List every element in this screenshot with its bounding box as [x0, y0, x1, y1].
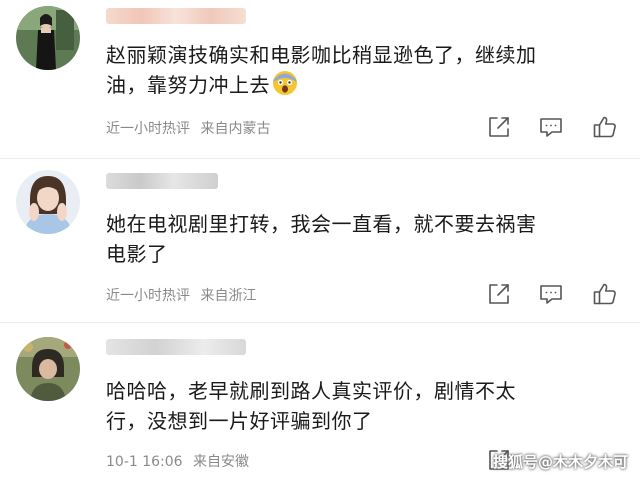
comment-meta: 近一小时热评 来自内蒙古: [106, 118, 270, 138]
username-blurred[interactable]: [106, 339, 246, 355]
comment-text-line: 行，没想到一片好评骗到你了: [106, 409, 373, 433]
comment-time: 近一小时热评: [106, 288, 190, 304]
scared-face-emoji: [272, 70, 298, 104]
comment-text: 她在电视剧里打转，我会一直看，就不要去祸害 电影了: [106, 209, 626, 269]
comment-text-line: 赵丽颖演技确实和电影咖比稍显逊色了，继续加: [106, 43, 537, 67]
comment-meta: 10-1 16:06 来自安徽: [106, 451, 249, 471]
comment-text-line: 她在电视剧里打转，我会一直看，就不要去祸害: [106, 212, 537, 236]
thumbs-up-icon: [593, 116, 616, 138]
share-icon: [489, 284, 509, 304]
like-button[interactable]: [592, 281, 618, 307]
comment-location: 来自浙江: [200, 288, 257, 304]
comment-time: 10-1 16:06: [106, 454, 183, 470]
comment-item: 赵丽颖演技确实和电影咖比稍显逊色了，继续加 油，靠努力冲上去 近一小时热评 来自…: [0, 0, 640, 158]
comment-location: 来自内蒙古: [200, 121, 271, 137]
avatar[interactable]: [16, 337, 80, 401]
share-button[interactable]: [486, 114, 512, 140]
share-button[interactable]: [486, 281, 512, 307]
avatar[interactable]: [16, 170, 80, 234]
watermark: 搜狐号@木木夕木可: [492, 453, 628, 471]
comment-text: 哈哈哈，老早就刷到路人真实评价，剧情不太 行，没想到一片好评骗到你了: [106, 376, 626, 436]
comment-button[interactable]: [538, 114, 564, 140]
share-icon: [489, 117, 509, 137]
comment-text-line: 油，靠努力冲上去: [106, 70, 626, 104]
comment-button[interactable]: [538, 281, 564, 307]
comment-item: 她在电视剧里打转，我会一直看，就不要去祸害 电影了 近一小时热评 来自浙江: [0, 158, 640, 320]
username-blurred[interactable]: [106, 173, 218, 189]
comment-icon: [540, 285, 562, 304]
comment-text-line: 电影了: [106, 242, 168, 266]
comment-time: 近一小时热评: [106, 121, 190, 137]
comment-icon: [540, 118, 562, 137]
comment-actions: [486, 114, 624, 140]
comment-text: 赵丽颖演技确实和电影咖比稍显逊色了，继续加 油，靠努力冲上去: [106, 40, 626, 104]
username-blurred[interactable]: [106, 8, 246, 24]
comment-location: 来自安徽: [193, 454, 250, 470]
avatar[interactable]: [16, 6, 80, 70]
thumbs-up-icon: [593, 283, 616, 305]
comment-text-fragment: 油，靠努力冲上去: [106, 73, 270, 97]
comment-meta: 近一小时热评 来自浙江: [106, 285, 256, 305]
comment-text-line: 哈哈哈，老早就刷到路人真实评价，剧情不太: [106, 379, 516, 403]
like-button[interactable]: [592, 114, 618, 140]
comment-actions: [486, 281, 624, 307]
